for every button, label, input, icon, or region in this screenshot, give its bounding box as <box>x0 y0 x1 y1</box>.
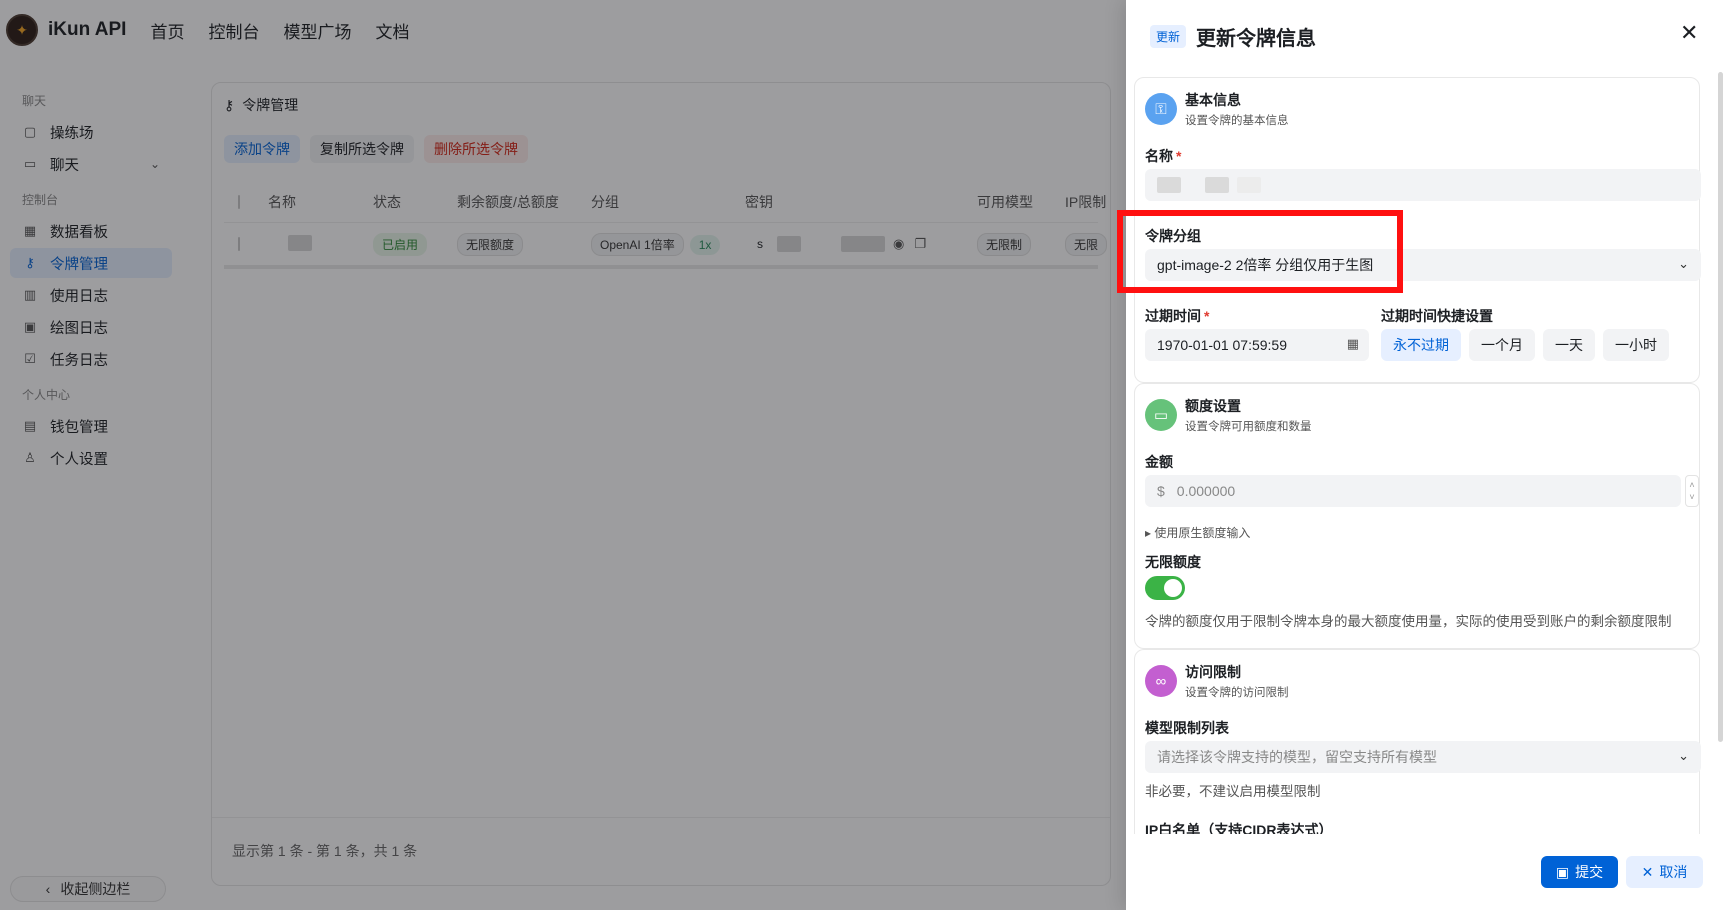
access-section: ∞ 访问限制 设置令牌的访问限制 模型限制列表 请选择该令牌支持的模型，留空支持… <box>1134 649 1701 849</box>
credit-card-icon: ▭ <box>1145 399 1177 431</box>
chevron-down-icon: ⌄ <box>1678 748 1689 763</box>
stepper-up-icon[interactable]: ˄ <box>1689 479 1694 491</box>
highlight-box <box>1117 210 1403 293</box>
amount-placeholder: 0.000000 <box>1176 483 1236 499</box>
quick-hour-button[interactable]: 一小时 <box>1603 329 1669 361</box>
close-icon[interactable]: ✕ <box>1680 20 1698 46</box>
name-redacted <box>1205 177 1229 193</box>
quick-month-button[interactable]: 一个月 <box>1469 329 1535 361</box>
cancel-button[interactable]: ✕ 取消 <box>1626 856 1703 888</box>
models-select[interactable]: 请选择该令牌支持的模型，留空支持所有模型 ⌄ <box>1145 741 1701 773</box>
drawer-scrollbar[interactable] <box>1718 72 1723 742</box>
raw-quota-input-toggle[interactable]: ▸ 使用原生额度输入 <box>1145 524 1250 541</box>
models-hint: 非必要，不建议启用模型限制 <box>1145 784 1321 799</box>
cancel-label: 取消 <box>1659 864 1688 880</box>
submit-button[interactable]: ▣ 提交 <box>1541 856 1618 888</box>
unlimited-label: 无限额度 <box>1145 554 1201 570</box>
quick-expire-label: 过期时间快捷设置 <box>1381 308 1493 324</box>
save-icon: ▣ <box>1555 863 1570 880</box>
amount-input[interactable]: $ 0.000000 <box>1145 475 1681 507</box>
update-tag: 更新 <box>1150 25 1187 48</box>
key-icon: ⚿ <box>1145 93 1177 125</box>
section-subtitle: 设置令牌可用额度和数量 <box>1185 421 1312 433</box>
calendar-icon[interactable]: ▦ <box>1347 336 1359 352</box>
chevron-down-icon: ⌄ <box>1678 256 1689 271</box>
expire-datetime-input[interactable]: 1970-01-01 07:59:59 ▦ <box>1145 329 1369 361</box>
name-redacted <box>1237 177 1261 193</box>
name-label: 名称 * <box>1145 148 1182 164</box>
name-input[interactable] <box>1145 169 1701 201</box>
stepper-down-icon[interactable]: ˅ <box>1689 491 1694 503</box>
close-icon: ✕ <box>1641 863 1654 880</box>
quick-expire-options: 永不过期 一个月 一天 一小时 <box>1381 329 1701 361</box>
quota-hint: 令牌的额度仅用于限制令牌本身的最大额度使用量，实际的使用受到账户的剩余额度限制 <box>1145 614 1672 629</box>
models-label: 模型限制列表 <box>1145 720 1229 736</box>
quick-never-button[interactable]: 永不过期 <box>1381 329 1461 361</box>
section-subtitle: 设置令牌的基本信息 <box>1185 115 1289 127</box>
section-subtitle: 设置令牌的访问限制 <box>1185 687 1289 699</box>
drawer-title: 更新令牌信息 <box>1196 28 1317 50</box>
quota-section: ▭ 额度设置 设置令牌可用额度和数量 金额 $ 0.000000 ˄ ˅ ▸ 使… <box>1134 383 1700 649</box>
section-title: 基本信息 <box>1185 92 1241 108</box>
unlimited-quota-toggle[interactable] <box>1145 576 1185 600</box>
currency-prefix: $ <box>1157 483 1165 499</box>
section-title: 额度设置 <box>1185 398 1241 414</box>
expire-label: 过期时间 * <box>1145 308 1210 324</box>
name-redacted <box>1157 177 1181 193</box>
drawer-header: 更新 更新令牌信息 <box>1150 22 1316 51</box>
models-placeholder: 请选择该令牌支持的模型，留空支持所有模型 <box>1157 749 1437 765</box>
submit-label: 提交 <box>1575 864 1604 880</box>
link-icon: ∞ <box>1145 665 1177 697</box>
amount-stepper[interactable]: ˄ ˅ <box>1685 475 1699 507</box>
expire-value: 1970-01-01 07:59:59 <box>1157 337 1287 353</box>
amount-label: 金额 <box>1145 454 1173 470</box>
quick-day-button[interactable]: 一天 <box>1543 329 1595 361</box>
section-title: 访问限制 <box>1185 664 1241 680</box>
